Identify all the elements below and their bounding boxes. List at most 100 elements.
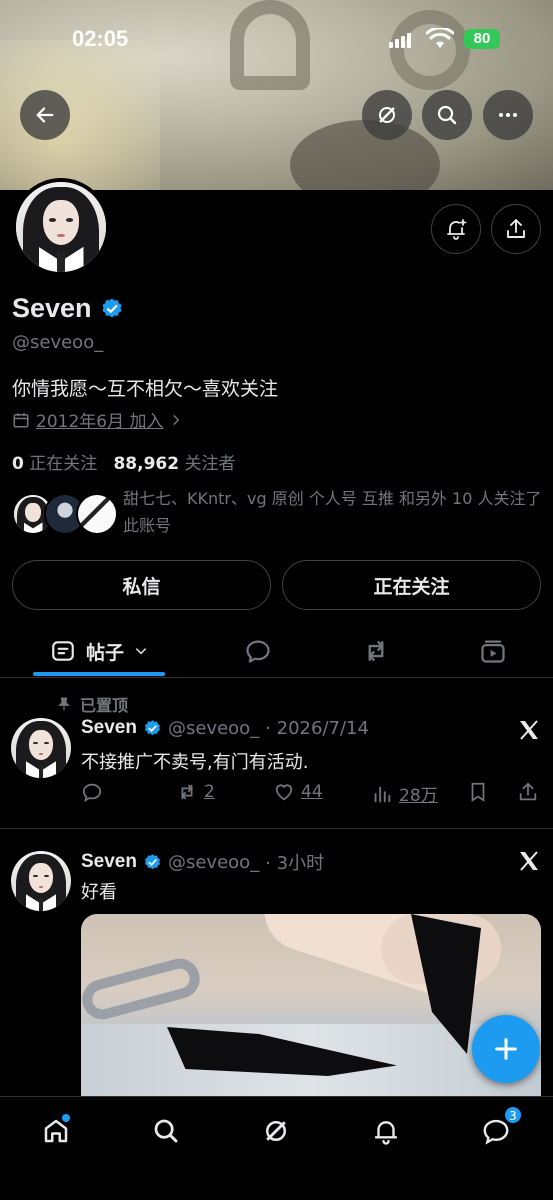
tab-media[interactable]	[465, 624, 521, 678]
following-count: 0	[12, 454, 24, 474]
pinned-text: 已置顶	[80, 696, 129, 715]
tweet-text: 好看	[81, 882, 117, 903]
plus-icon	[495, 1038, 517, 1060]
views-button[interactable]: 28万	[371, 781, 438, 806]
profile-name: Seven	[12, 293, 124, 324]
mutual-avatars	[12, 493, 122, 539]
grok-icon	[379, 107, 395, 123]
tweet-header: Seven @seveoo_ · 3小时	[81, 849, 324, 875]
cellular-signal-icon	[389, 32, 413, 48]
repost-button[interactable]: 2	[176, 781, 215, 803]
nav-home[interactable]	[36, 1111, 76, 1151]
active-tab-indicator	[33, 672, 165, 676]
share-button[interactable]	[491, 204, 541, 254]
battery-indicator: 80	[464, 29, 500, 49]
joined-date-text: 2012年6月 加入	[36, 412, 164, 432]
share-icon	[507, 219, 525, 238]
like-button[interactable]: 44	[273, 781, 323, 803]
following-button[interactable]: 正在关注	[282, 560, 541, 610]
profile-bio: 你情我愿～互不相欠～喜欢关注	[12, 378, 279, 400]
search-icon	[437, 105, 457, 125]
messages-badge: 3	[504, 1106, 522, 1124]
verified-badge-icon[interactable]	[100, 297, 124, 321]
follow-stats: 0 正在关注 88,962 关注者	[12, 449, 235, 474]
search-button[interactable]	[422, 90, 472, 140]
chevron-right-icon	[173, 414, 180, 425]
nav-notifications[interactable]	[366, 1111, 406, 1151]
tweet-author-name[interactable]: Seven	[81, 851, 137, 873]
posts-icon	[52, 641, 74, 661]
x-logo-icon	[520, 720, 538, 740]
tweet-text: 不接推广不卖号,有门有活动.	[81, 752, 309, 773]
repost-icon	[368, 641, 384, 661]
compose-button[interactable]	[472, 1015, 540, 1083]
tweet-author-name[interactable]: Seven	[81, 717, 137, 739]
repost-count: 2	[204, 782, 215, 802]
tweet-share-button[interactable]	[517, 781, 539, 803]
repost-icon	[181, 784, 193, 800]
tweet-pinned[interactable]: 已置顶 Seven @seveoo_ · 2026/7/14 不接推广不卖号,有门…	[0, 680, 553, 828]
share-icon	[519, 782, 537, 801]
more-button[interactable]	[483, 90, 533, 140]
tweet-avatar[interactable]	[11, 851, 71, 911]
bell-plus-icon	[447, 219, 467, 240]
tweet-author-handle: @seveoo_	[167, 851, 260, 873]
heart-icon	[275, 784, 293, 801]
pinned-label: 已置顶	[56, 692, 128, 716]
notify-button[interactable]	[431, 204, 481, 254]
grok-button[interactable]	[362, 90, 412, 140]
views-count: 28万	[399, 786, 438, 806]
bell-icon	[374, 1121, 398, 1145]
notification-dot	[62, 1114, 70, 1122]
banner-shape	[290, 120, 440, 190]
followers-count: 88,962	[113, 454, 180, 474]
views-icon	[374, 786, 391, 802]
media-icon	[481, 640, 505, 663]
reply-button[interactable]	[81, 781, 103, 803]
arrow-left-icon	[36, 107, 54, 123]
tab-posts[interactable]: 帖子	[33, 624, 165, 678]
joined-date: 2012年6月 加入	[12, 407, 183, 432]
followers-label: 关注者	[184, 454, 236, 474]
tab-replies[interactable]	[230, 624, 286, 678]
following-label: 正在关注	[29, 454, 98, 474]
profile-tabs: 帖子	[0, 624, 553, 678]
tweet-actions: 2 44 28万	[81, 781, 541, 811]
tweet-media-image[interactable]	[81, 914, 541, 1104]
tweet-header: Seven @seveoo_ · 2026/7/14	[81, 717, 369, 739]
grok-icon	[266, 1121, 286, 1141]
bookmark-icon	[471, 782, 485, 802]
x-logo-icon	[520, 851, 538, 871]
back-button[interactable]	[20, 90, 70, 140]
search-icon	[154, 1119, 178, 1143]
message-button[interactable]: 私信	[12, 560, 271, 610]
like-count: 44	[301, 782, 323, 802]
verified-badge-icon	[144, 719, 161, 735]
tweet-author-handle: @seveoo_	[167, 717, 260, 739]
profile-avatar[interactable]	[12, 178, 110, 276]
bookmark-button[interactable]	[467, 781, 489, 803]
tweet-avatar[interactable]	[11, 718, 71, 778]
tab-reposts[interactable]	[348, 624, 404, 678]
wifi-icon	[426, 28, 454, 48]
nav-search[interactable]	[146, 1111, 186, 1151]
tweet-time: · 2026/7/14	[265, 717, 369, 739]
bottom-navigation: 3	[0, 1096, 553, 1200]
followers-link[interactable]: 88,962 关注者	[113, 454, 235, 474]
profile-name-text: Seven	[12, 293, 92, 323]
status-time: 02:05	[72, 26, 129, 51]
reply-icon	[82, 783, 102, 803]
profile-handle: @seveoo_	[12, 332, 104, 353]
mutual-avatar	[76, 493, 118, 535]
chevron-down-icon	[135, 648, 147, 655]
more-icon	[499, 113, 517, 117]
following-link[interactable]: 0 正在关注	[12, 454, 97, 474]
tweet-time: · 3小时	[265, 853, 325, 874]
status-bar: 02:05 80	[0, 26, 553, 56]
nav-grok[interactable]	[256, 1111, 296, 1151]
verified-badge-icon	[144, 853, 161, 869]
pin-icon	[58, 697, 70, 711]
calendar-icon	[13, 412, 29, 427]
reply-icon	[246, 640, 270, 663]
nav-messages[interactable]: 3	[476, 1106, 522, 1151]
